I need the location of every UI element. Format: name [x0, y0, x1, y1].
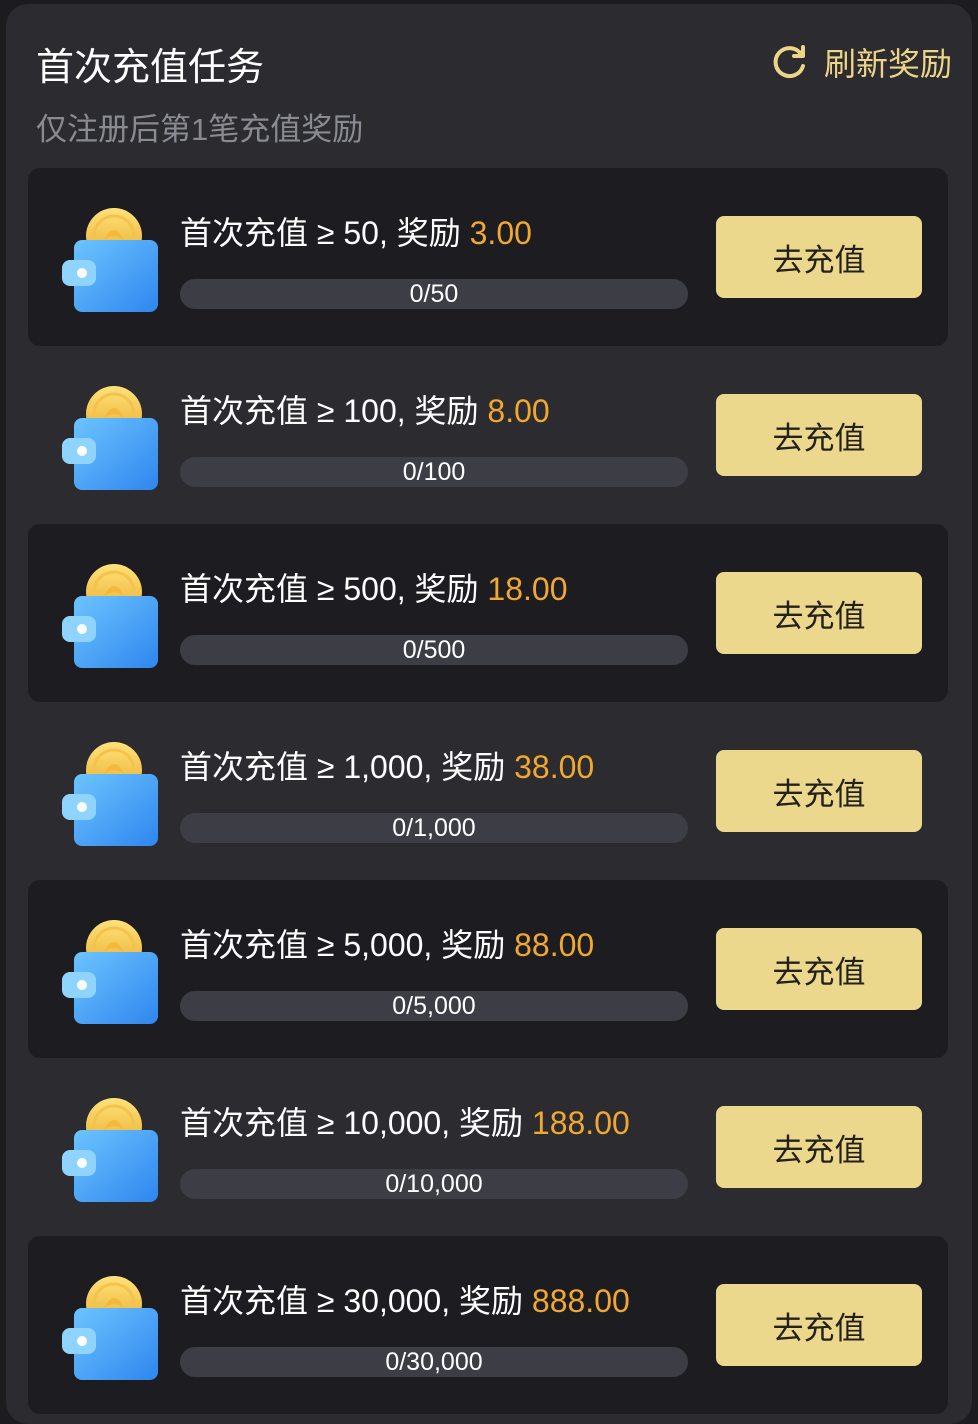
task-description: 首次充值 ≥ 5,000, 奖励 88.00 [180, 920, 594, 966]
wallet-coin-icon [46, 1084, 172, 1210]
refresh-rewards-button[interactable]: 刷新奖励 [770, 40, 952, 84]
task-reward-amount: 888.00 [531, 1283, 630, 1319]
task-row: 首次充值 ≥ 500, 奖励 18.00 0/500 去充值 [28, 524, 948, 702]
task-condition: 首次充值 ≥ 5,000, 奖励 [180, 927, 515, 963]
task-progress-bar: 0/5,000 [180, 991, 688, 1021]
task-condition: 首次充值 ≥ 1,000, 奖励 [180, 749, 515, 785]
recharge-button[interactable]: 去充值 [716, 1284, 922, 1366]
task-progress-bar: 0/100 [180, 457, 688, 487]
task-condition: 首次充值 ≥ 500, 奖励 [180, 571, 488, 607]
recharge-button[interactable]: 去充值 [716, 1106, 922, 1188]
task-progress-text: 0/30,000 [385, 1348, 483, 1376]
task-progress-bar: 0/10,000 [180, 1169, 688, 1199]
task-description: 首次充值 ≥ 30,000, 奖励 888.00 [180, 1276, 630, 1322]
recharge-button[interactable]: 去充值 [716, 928, 922, 1010]
task-description: 首次充值 ≥ 100, 奖励 8.00 [180, 386, 550, 432]
task-progress-bar: 0/1,000 [180, 813, 688, 843]
wallet-coin-icon [46, 906, 172, 1032]
task-row: 首次充值 ≥ 50, 奖励 3.00 0/50 去充值 [28, 168, 948, 346]
task-row: 首次充值 ≥ 100, 奖励 8.00 0/100 去充值 [28, 346, 948, 524]
panel-subtitle: 仅注册后第1笔充值奖励 [36, 112, 364, 147]
task-reward-amount: 3.00 [469, 215, 532, 251]
panel-title: 首次充值任务 [36, 47, 265, 89]
task-reward-amount: 38.00 [514, 749, 595, 785]
task-row: 首次充值 ≥ 10,000, 奖励 188.00 0/10,000 去充值 [28, 1058, 948, 1236]
task-condition: 首次充值 ≥ 30,000, 奖励 [180, 1283, 532, 1319]
task-condition: 首次充值 ≥ 100, 奖励 [180, 393, 488, 429]
task-description: 首次充值 ≥ 50, 奖励 3.00 [180, 208, 532, 254]
task-condition: 首次充值 ≥ 50, 奖励 [180, 215, 470, 251]
task-row: 首次充值 ≥ 1,000, 奖励 38.00 0/1,000 去充值 [28, 702, 948, 880]
task-reward-amount: 88.00 [514, 927, 595, 963]
task-progress-text: 0/5,000 [392, 992, 476, 1020]
task-progress-text: 0/50 [409, 280, 459, 308]
wallet-coin-icon [46, 372, 172, 498]
wallet-coin-icon [46, 728, 172, 854]
refresh-icon [773, 45, 805, 79]
task-progress-text: 0/1,000 [392, 814, 476, 842]
wallet-coin-icon [46, 194, 172, 320]
task-progress-bar: 0/500 [180, 635, 688, 665]
task-progress-text: 0/500 [402, 636, 466, 664]
task-row: 首次充值 ≥ 5,000, 奖励 88.00 0/5,000 去充值 [28, 880, 948, 1058]
task-list: 首次充值 ≥ 50, 奖励 3.00 0/50 去充值 首次充值 ≥ 100, … [28, 168, 948, 1414]
task-description: 首次充值 ≥ 500, 奖励 18.00 [180, 564, 568, 610]
refresh-rewards-label: 刷新奖励 [823, 46, 952, 82]
recharge-button[interactable]: 去充值 [716, 394, 922, 476]
task-reward-amount: 188.00 [531, 1105, 630, 1141]
wallet-coin-icon [46, 550, 172, 676]
recharge-button[interactable]: 去充值 [716, 216, 922, 298]
task-reward-amount: 18.00 [487, 571, 568, 607]
recharge-button[interactable]: 去充值 [716, 572, 922, 654]
task-progress-text: 0/10,000 [385, 1170, 483, 1198]
task-description: 首次充值 ≥ 10,000, 奖励 188.00 [180, 1098, 630, 1144]
task-progress-bar: 0/50 [180, 279, 688, 309]
wallet-coin-icon [46, 1262, 172, 1388]
task-progress-text: 0/100 [402, 458, 466, 486]
task-reward-amount: 8.00 [487, 393, 550, 429]
task-row: 首次充值 ≥ 30,000, 奖励 888.00 0/30,000 去充值 [28, 1236, 948, 1414]
task-condition: 首次充值 ≥ 10,000, 奖励 [180, 1105, 532, 1141]
task-description: 首次充值 ≥ 1,000, 奖励 38.00 [180, 742, 594, 788]
task-progress-bar: 0/30,000 [180, 1347, 688, 1377]
recharge-button[interactable]: 去充值 [716, 750, 922, 832]
